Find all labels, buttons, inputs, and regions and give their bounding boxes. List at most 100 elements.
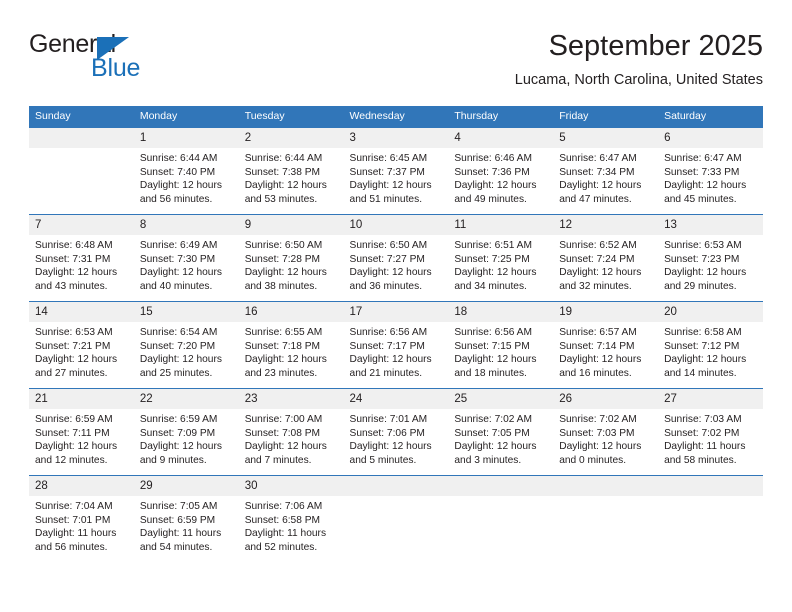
daylight-duration-line2: and 21 minutes. — [349, 367, 423, 379]
general-blue-logo[interactable]: General Blue — [29, 32, 189, 88]
sunset-time: Sunset: 7:21 PM — [35, 340, 111, 352]
sunset-time: Sunset: 7:34 PM — [559, 166, 635, 178]
calendar-day-cell[interactable]: 9 Sunrise: 6:50 AM Sunset: 7:28 PM Daylight… — [238, 214, 344, 302]
calendar-day-cell[interactable]: 19 Sunrise: 6:57 AM Sunset: 7:14 PM Dayligh… — [553, 301, 659, 389]
calendar-day-cell[interactable]: 7 Sunrise: 6:48 AM Sunset: 7:31 PM Daylight… — [29, 214, 134, 302]
sunrise-time: Sunrise: 6:45 AM — [349, 153, 428, 164]
day-cell-content: 22 Sunrise: 6:59 AM Sunset: 7:09 PM Dayligh… — [133, 389, 239, 475]
daylight-duration-line2: and 56 minutes. — [139, 193, 213, 205]
day-number: 3 — [343, 128, 449, 148]
calendar-day-cell[interactable]: 30 Sunrise: 7:06 AM Sunset: 6:58 PM Dayligh… — [238, 475, 344, 562]
calendar-day-cell[interactable]: 27 Sunrise: 7:03 AM Sunset: 7:02 PM Dayligh… — [658, 388, 763, 476]
calendar-day-cell[interactable]: 8 Sunrise: 6:49 AM Sunset: 7:30 PM Daylight… — [133, 214, 239, 302]
day-cell-content: 28 Sunrise: 7:04 AM Sunset: 7:01 PM Dayligh… — [29, 476, 134, 562]
daylight-duration-line1: Daylight: 12 hours — [664, 267, 747, 279]
calendar-day-cell[interactable]: 14 Sunrise: 6:53 AM Sunset: 7:21 PM Dayligh… — [29, 301, 134, 389]
daylight-duration-line2: and 0 minutes. — [559, 454, 627, 466]
day-sun-info: Sunrise: 6:54 AM Sunset: 7:20 PM Daylight:… — [134, 322, 239, 380]
daylight-duration-line1: Daylight: 12 hours — [559, 354, 642, 366]
sunrise-time: Sunrise: 7:03 AM — [664, 414, 742, 425]
calendar-day-cell — [343, 475, 449, 562]
daylight-duration-line1: Daylight: 12 hours — [244, 354, 327, 366]
daylight-duration-line2: and 25 minutes. — [139, 367, 213, 379]
daylight-duration-line1: Daylight: 12 hours — [559, 180, 642, 192]
calendar-day-cell[interactable]: 11 Sunrise: 6:51 AM Sunset: 7:25 PM Dayligh… — [448, 214, 554, 302]
calendar-day-cell[interactable]: 20 Sunrise: 6:58 AM Sunset: 7:12 PM Dayligh… — [658, 301, 763, 389]
day-cell-content: 26 Sunrise: 7:02 AM Sunset: 7:03 PM Dayligh… — [553, 389, 659, 475]
calendar-day-cell[interactable]: 13 Sunrise: 6:53 AM Sunset: 7:23 PM Dayligh… — [658, 214, 763, 302]
calendar-day-cell[interactable]: 22 Sunrise: 6:59 AM Sunset: 7:09 PM Dayligh… — [133, 388, 239, 476]
day-number: 2 — [238, 128, 344, 148]
day-sun-info: Sunrise: 7:02 AM Sunset: 7:05 PM Daylight:… — [448, 409, 553, 467]
calendar-day-cell — [658, 475, 763, 562]
daylight-duration-line2: and 14 minutes. — [664, 367, 737, 379]
day-cell-content: 14 Sunrise: 6:53 AM Sunset: 7:21 PM Dayligh… — [29, 302, 134, 388]
daylight-duration-line1: Daylight: 11 hours — [139, 528, 222, 540]
daylight-duration-line1: Daylight: 12 hours — [454, 267, 537, 279]
day-number: 27 — [658, 389, 763, 409]
calendar-day-cell[interactable]: 18 Sunrise: 6:56 AM Sunset: 7:15 PM Dayligh… — [448, 301, 554, 389]
sunrise-time: Sunrise: 6:53 AM — [664, 240, 742, 251]
calendar-day-cell[interactable]: 6 Sunrise: 6:47 AM Sunset: 7:33 PM Daylight… — [658, 127, 763, 215]
daylight-duration-line2: and 34 minutes. — [454, 280, 527, 292]
day-number: 7 — [29, 215, 134, 235]
weekday-header-tuesday: Tuesday — [238, 106, 344, 128]
calendar-day-cell[interactable]: 29 Sunrise: 7:05 AM Sunset: 6:59 PM Dayligh… — [133, 475, 239, 562]
calendar-day-cell[interactable]: 2 Sunrise: 6:44 AM Sunset: 7:38 PM Daylight… — [238, 127, 344, 215]
day-sun-info: Sunrise: 6:44 AM Sunset: 7:40 PM Daylight:… — [134, 148, 239, 206]
daylight-duration-line2: and 29 minutes. — [664, 280, 737, 292]
day-cell-content — [29, 128, 134, 214]
sunset-time: Sunset: 7:25 PM — [454, 253, 530, 265]
calendar-day-cell[interactable]: 1 Sunrise: 6:44 AM Sunset: 7:40 PM Daylight… — [133, 127, 239, 215]
day-number: 25 — [448, 389, 554, 409]
daylight-duration-line2: and 43 minutes. — [35, 280, 108, 292]
day-cell-content: 1 Sunrise: 6:44 AM Sunset: 7:40 PM Daylight… — [133, 128, 239, 214]
calendar-day-cell[interactable]: 15 Sunrise: 6:54 AM Sunset: 7:20 PM Dayligh… — [133, 301, 239, 389]
sunrise-time: Sunrise: 6:56 AM — [349, 327, 428, 338]
calendar-header-row: Sunday Monday Tuesday Wednesday Thursday… — [29, 106, 763, 128]
daylight-duration-line1: Daylight: 12 hours — [664, 180, 747, 192]
sunrise-time: Sunrise: 7:02 AM — [454, 414, 532, 425]
calendar-day-cell[interactable]: 24 Sunrise: 7:01 AM Sunset: 7:06 PM Dayligh… — [343, 388, 449, 476]
daylight-duration-line1: Daylight: 12 hours — [454, 180, 537, 192]
daylight-duration-line1: Daylight: 12 hours — [559, 267, 642, 279]
day-number: 16 — [238, 302, 344, 322]
daylight-duration-line2: and 5 minutes. — [349, 454, 417, 466]
calendar-day-cell[interactable]: 10 Sunrise: 6:50 AM Sunset: 7:27 PM Dayligh… — [343, 214, 449, 302]
daylight-duration-line1: Daylight: 12 hours — [244, 267, 327, 279]
calendar-day-cell[interactable]: 17 Sunrise: 6:56 AM Sunset: 7:17 PM Dayligh… — [343, 301, 449, 389]
day-sun-info: Sunrise: 6:47 AM Sunset: 7:33 PM Daylight:… — [658, 148, 763, 206]
calendar-day-cell[interactable]: 4 Sunrise: 6:46 AM Sunset: 7:36 PM Daylight… — [448, 127, 554, 215]
calendar-day-cell[interactable]: 5 Sunrise: 6:47 AM Sunset: 7:34 PM Daylight… — [553, 127, 659, 215]
daylight-duration-line1: Daylight: 12 hours — [349, 180, 432, 192]
day-number: 24 — [343, 389, 449, 409]
daylight-duration-line1: Daylight: 12 hours — [349, 354, 432, 366]
daylight-duration-line2: and 32 minutes. — [559, 280, 632, 292]
daylight-duration-line2: and 27 minutes. — [35, 367, 108, 379]
calendar-day-cell[interactable]: 21 Sunrise: 6:59 AM Sunset: 7:11 PM Dayligh… — [29, 388, 134, 476]
calendar-body: 1 Sunrise: 6:44 AM Sunset: 7:40 PM Daylight… — [29, 127, 763, 562]
title-block: September 2025 Lucama, North Carolina, U… — [515, 28, 763, 90]
calendar-day-cell[interactable]: 16 Sunrise: 6:55 AM Sunset: 7:18 PM Dayligh… — [238, 301, 344, 389]
sunrise-time: Sunrise: 7:01 AM — [349, 414, 428, 425]
day-number: 14 — [29, 302, 134, 322]
logo-text-blue: Blue — [91, 54, 141, 82]
weekday-header-friday: Friday — [553, 106, 659, 128]
day-number: 22 — [133, 389, 239, 409]
sunrise-time: Sunrise: 7:00 AM — [244, 414, 323, 425]
calendar-day-cell[interactable]: 26 Sunrise: 7:02 AM Sunset: 7:03 PM Dayligh… — [553, 388, 659, 476]
calendar-day-cell[interactable]: 28 Sunrise: 7:04 AM Sunset: 7:01 PM Dayligh… — [29, 475, 134, 562]
day-number: 1 — [133, 128, 239, 148]
page-subtitle: Lucama, North Carolina, United States — [514, 72, 763, 88]
calendar-day-cell[interactable]: 23 Sunrise: 7:00 AM Sunset: 7:08 PM Dayligh… — [238, 388, 344, 476]
calendar-week-row: 7 Sunrise: 6:48 AM Sunset: 7:31 PM Daylight… — [29, 214, 763, 302]
calendar-day-cell[interactable]: 12 Sunrise: 6:52 AM Sunset: 7:24 PM Dayligh… — [553, 214, 659, 302]
day-number — [448, 476, 554, 496]
day-sun-info: Sunrise: 6:50 AM Sunset: 7:27 PM Daylight:… — [344, 235, 449, 293]
daylight-duration-line2: and 52 minutes. — [244, 541, 318, 553]
calendar-week-row: 1 Sunrise: 6:44 AM Sunset: 7:40 PM Daylight… — [29, 127, 763, 215]
calendar-day-cell[interactable]: 3 Sunrise: 6:45 AM Sunset: 7:37 PM Daylight… — [343, 127, 449, 215]
sunrise-time: Sunrise: 6:44 AM — [244, 153, 323, 164]
calendar-day-cell[interactable]: 25 Sunrise: 7:02 AM Sunset: 7:05 PM Dayligh… — [448, 388, 554, 476]
day-sun-info: Sunrise: 6:55 AM Sunset: 7:18 PM Daylight:… — [239, 322, 344, 380]
